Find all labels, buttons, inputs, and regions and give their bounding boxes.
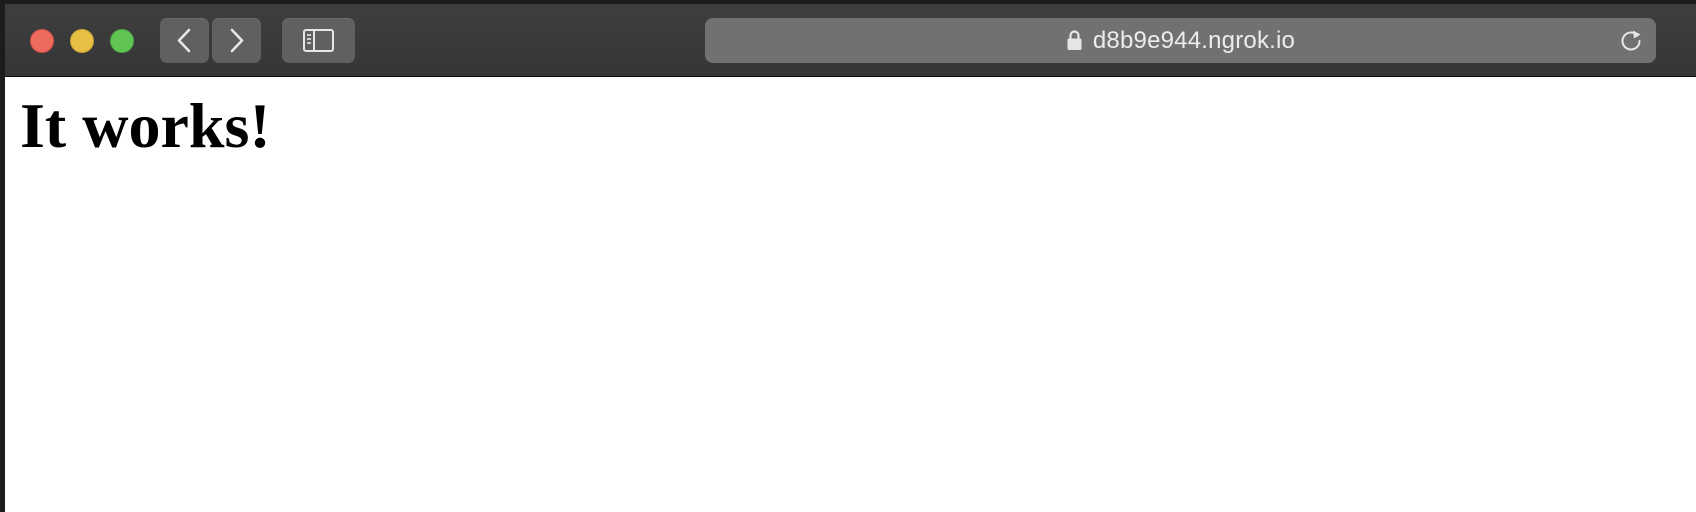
url-text: d8b9e944.ngrok.io xyxy=(1092,26,1296,54)
reload-icon[interactable] xyxy=(1618,28,1644,54)
chevron-left-icon xyxy=(177,28,191,53)
browser-window: d8b9e944.ngrok.io It works! xyxy=(5,4,1696,512)
close-window-button[interactable] xyxy=(30,29,54,53)
page-heading: It works! xyxy=(20,90,271,161)
forward-button[interactable] xyxy=(212,18,261,63)
minimize-window-button[interactable] xyxy=(70,29,94,53)
lock-icon xyxy=(1067,29,1082,50)
page-content: It works! xyxy=(5,77,1696,512)
sidebar-icon xyxy=(303,29,334,52)
browser-toolbar: d8b9e944.ngrok.io xyxy=(5,4,1696,77)
address-display: d8b9e944.ngrok.io xyxy=(705,18,1656,63)
address-bar[interactable]: d8b9e944.ngrok.io xyxy=(705,18,1656,63)
back-button[interactable] xyxy=(160,18,209,63)
sidebar-toggle-button[interactable] xyxy=(282,18,355,63)
chevron-right-icon xyxy=(230,28,244,53)
zoom-window-button[interactable] xyxy=(110,29,134,53)
